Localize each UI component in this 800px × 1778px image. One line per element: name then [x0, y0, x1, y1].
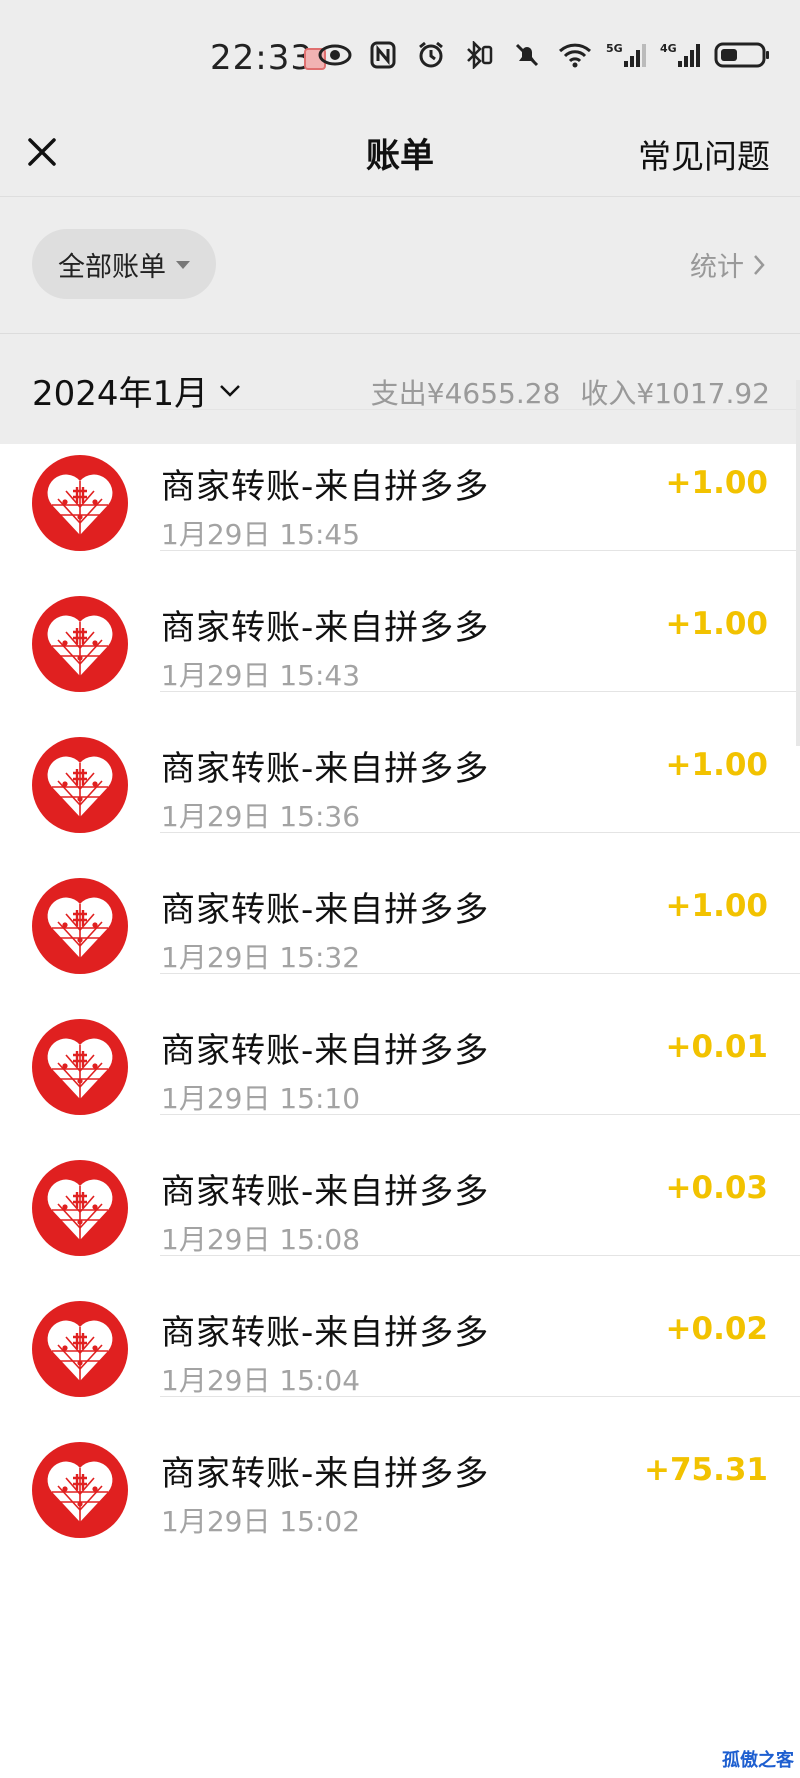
transaction-amount: +1.00	[665, 606, 768, 642]
alarm-icon	[414, 40, 448, 70]
transaction-time: 1月29日 15:02	[161, 1505, 361, 1538]
chevron-right-icon	[754, 254, 765, 275]
bill-filter-dropdown[interactable]: 全部账单	[32, 229, 216, 299]
transaction-name: 商家转账-来自拼多多	[161, 467, 490, 507]
signal-4g-icon: 4G	[660, 40, 700, 70]
bill-filter-label: 全部账单	[58, 251, 166, 283]
row-divider	[160, 691, 800, 692]
transaction-row[interactable]: 商家转账-来自拼多多 1月29日 15:36 +1.00	[0, 691, 800, 851]
transaction-name: 商家转账-来自拼多多	[161, 1031, 490, 1071]
signal-5g-icon: 5G	[606, 40, 646, 70]
transaction-row[interactable]: 商家转账-来自拼多多 1月29日 15:08 +0.03	[0, 1114, 800, 1274]
battery-icon	[714, 40, 770, 70]
transaction-row[interactable]: 商家转账-来自拼多多 1月29日 15:02 +75.31	[0, 1396, 800, 1556]
navbar: 账单 常见问题	[0, 110, 800, 197]
row-divider	[160, 973, 800, 974]
pinduoduo-logo-icon	[32, 596, 128, 692]
transaction-amount: +1.00	[665, 747, 768, 783]
transaction-row[interactable]: 商家转账-来自拼多多 1月29日 15:43 +1.00	[0, 550, 800, 710]
transaction-amount: +1.00	[665, 465, 768, 501]
transaction-name: 商家转账-来自拼多多	[161, 1172, 490, 1212]
transaction-amount: +0.01	[665, 1029, 768, 1065]
transaction-row[interactable]: 商家转账-来自拼多多 1月29日 15:04 +0.02	[0, 1255, 800, 1415]
transaction-time: 1月29日 15:32	[161, 941, 361, 974]
row-divider	[160, 550, 800, 551]
nfc-icon	[366, 40, 400, 70]
svg-text:4G: 4G	[660, 42, 677, 55]
pinduoduo-logo-icon	[32, 455, 128, 551]
scrollbar[interactable]	[796, 380, 800, 746]
transaction-name: 商家转账-来自拼多多	[161, 749, 490, 789]
pinduoduo-logo-icon	[32, 737, 128, 833]
transaction-row[interactable]: 商家转账-来自拼多多 1月29日 15:10 +0.01	[0, 973, 800, 1133]
row-divider	[160, 1396, 800, 1397]
pinduoduo-logo-icon	[32, 1160, 128, 1256]
status-bar: 22:33 5G 4G	[0, 0, 800, 110]
status-icons: 5G 4G	[318, 40, 770, 70]
transaction-name: 商家转账-来自拼多多	[161, 1454, 490, 1494]
expense-total: 支出¥4655.28	[370, 377, 561, 410]
stats-link[interactable]: 统计	[690, 245, 766, 284]
filter-bar: 全部账单 统计	[0, 197, 800, 334]
transaction-amount: +75.31	[643, 1452, 768, 1488]
transaction-name: 商家转账-来自拼多多	[161, 608, 490, 648]
watermark: 孤傲之客	[722, 1750, 794, 1771]
pinduoduo-logo-icon	[32, 878, 128, 974]
transaction-row[interactable]: 商家转账-来自拼多多 1月29日 15:32 +1.00	[0, 832, 800, 992]
mute-icon	[510, 40, 544, 70]
eye-icon	[318, 40, 352, 70]
stats-label: 统计	[690, 252, 744, 283]
transaction-amount: +0.02	[665, 1311, 768, 1347]
transaction-amount: +1.00	[665, 888, 768, 924]
income-total: 收入¥1017.92	[580, 377, 770, 410]
transaction-time: 1月29日 15:43	[161, 659, 361, 692]
bluetooth-icon	[462, 40, 496, 70]
svg-text:5G: 5G	[606, 42, 623, 55]
row-divider	[160, 1114, 800, 1115]
row-divider	[160, 832, 800, 833]
transaction-time: 1月29日 15:45	[161, 518, 361, 551]
row-divider	[160, 1255, 800, 1256]
pinduoduo-logo-icon	[32, 1019, 128, 1115]
faq-link[interactable]: 常见问题	[638, 130, 770, 178]
status-time: 22:33	[210, 38, 313, 78]
transaction-time: 1月29日 15:36	[161, 800, 361, 833]
caret-down-icon	[176, 261, 190, 269]
transaction-time: 1月29日 15:08	[161, 1223, 361, 1256]
month-selector[interactable]: 2024年1月	[32, 366, 242, 415]
pinduoduo-logo-icon	[32, 1442, 128, 1538]
transaction-time: 1月29日 15:10	[161, 1082, 361, 1115]
chevron-down-icon	[220, 384, 241, 397]
transaction-row[interactable]: 商家转账-来自拼多多 1月29日 15:45 +1.00	[0, 409, 800, 569]
transaction-time: 1月29日 15:04	[161, 1364, 361, 1397]
wifi-icon	[558, 40, 592, 70]
transaction-name: 商家转账-来自拼多多	[161, 890, 490, 930]
month-totals: 支出¥4655.28 收入¥1017.92	[371, 372, 770, 412]
pinduoduo-logo-icon	[32, 1301, 128, 1397]
row-divider	[160, 409, 800, 410]
transaction-name: 商家转账-来自拼多多	[161, 1313, 490, 1353]
transaction-amount: +0.03	[665, 1170, 768, 1206]
month-label: 2024年1月	[32, 374, 209, 414]
